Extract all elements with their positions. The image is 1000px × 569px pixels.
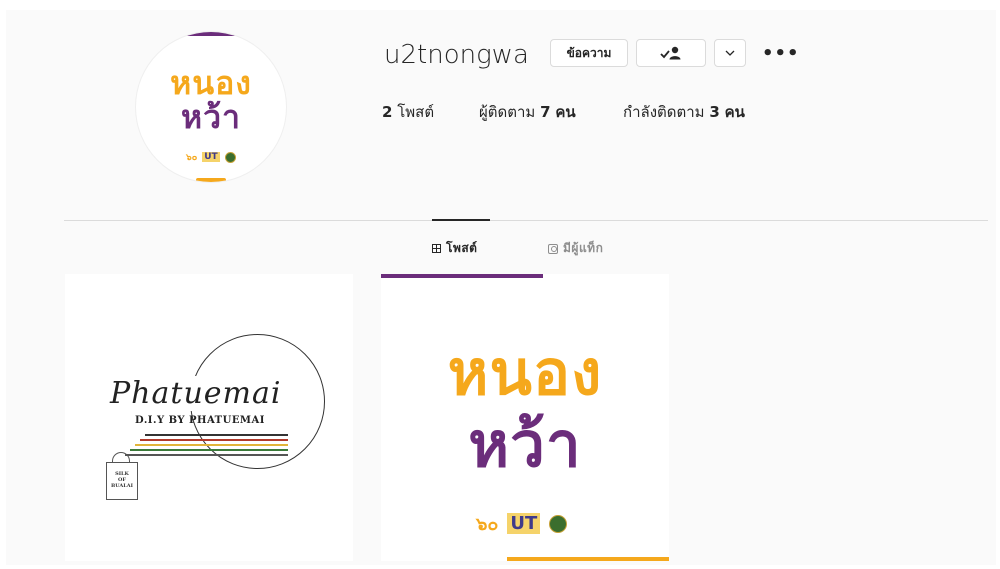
following-label: กำลังติดตาม: [623, 103, 705, 121]
tag-icon: [548, 243, 558, 254]
tab-tagged[interactable]: มีผู้แท็ก: [548, 239, 603, 258]
post-brand-script: Phatuemai: [107, 376, 285, 411]
message-button[interactable]: ข้อความ: [550, 39, 628, 67]
bag-icon: SILK OF BUALAI: [106, 462, 138, 500]
person-check-icon: [660, 46, 681, 60]
profile-avatar[interactable]: หนอง หว้า ๖๐ UT: [136, 32, 286, 182]
post-logo-line2: หว้า: [468, 408, 582, 481]
profile-page: หนอง หว้า ๖๐ UT u2tnongwa ข้อความ ••• 2 …: [6, 10, 996, 565]
avatar-top-band: [186, 32, 236, 36]
following-button[interactable]: [636, 39, 706, 67]
tab-tagged-label: มีผู้แท็ก: [563, 241, 604, 255]
tab-posts-label: โพสต์: [446, 241, 478, 255]
avatar-logo-line1: หนอง: [170, 64, 252, 102]
ut-logo: UT: [202, 152, 220, 162]
active-tab-indicator: [432, 219, 490, 221]
posts-count: 2 โพสต์: [382, 100, 434, 124]
sixty-logo: ๖๐: [476, 514, 499, 535]
grid-icon: [432, 244, 441, 253]
post-top-bar: [381, 274, 543, 278]
seal-logo: [549, 514, 568, 533]
username: u2tnongwa: [384, 40, 529, 70]
suggested-dropdown-button[interactable]: [714, 39, 746, 67]
post-brand-subtitle: D.I.Y BY PHATUEMAI: [135, 415, 265, 426]
followers-unit: คน: [555, 103, 576, 121]
stripe-black: [145, 434, 288, 436]
post-partner-logos: ๖๐ UT: [476, 509, 568, 538]
posts-count-label: โพสต์: [397, 103, 435, 121]
ellipsis-icon[interactable]: •••: [762, 43, 800, 64]
stripe-red: [140, 439, 288, 441]
avatar-logo-line2: หว้า: [180, 98, 242, 136]
tabs-divider: [64, 220, 988, 221]
followers-value: 7: [540, 103, 551, 121]
bag-text-line: BUALAI: [110, 483, 134, 489]
chevron-down-icon: [725, 50, 735, 56]
stripe-green: [130, 449, 288, 451]
stripe-yellow: [135, 444, 288, 446]
followers-count[interactable]: ผู้ติดตาม 7 คน: [479, 100, 576, 124]
tab-posts[interactable]: โพสต์: [432, 239, 477, 258]
following-count[interactable]: กำลังติดตาม 3 คน: [623, 100, 745, 124]
post-thumbnail[interactable]: Phatuemai D.I.Y BY PHATUEMAI SILK OF BUA…: [65, 274, 353, 561]
ut-logo: UT: [507, 513, 541, 534]
posts-count-value: 2: [382, 103, 393, 121]
followers-label: ผู้ติดตาม: [479, 103, 536, 121]
seal-logo: [224, 151, 236, 163]
post-thumbnail[interactable]: หนอง หว้า ๖๐ UT: [381, 274, 669, 561]
post-logo-line1: หนอง: [447, 336, 603, 409]
following-value: 3: [709, 103, 720, 121]
stripe-gray: [125, 454, 288, 456]
post-bottom-bar: [507, 557, 669, 561]
avatar-partner-logos: ๖๐ UT: [186, 150, 236, 164]
following-unit: คน: [724, 103, 745, 121]
avatar-bottom-band: [196, 178, 226, 182]
sixty-logo: ๖๐: [186, 153, 198, 163]
